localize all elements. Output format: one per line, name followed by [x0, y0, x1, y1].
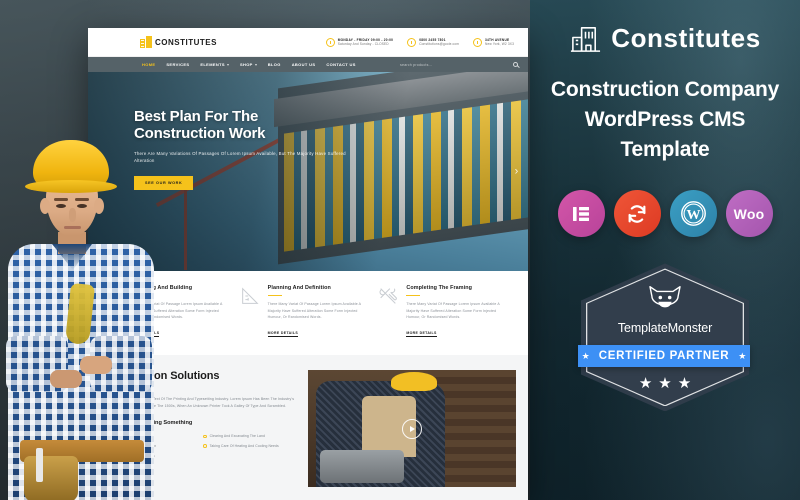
star-icon: ★: [658, 375, 672, 393]
feature-divider: [267, 295, 282, 297]
worker-cutout-image: [6, 140, 156, 500]
nav-menu: HOME SERVICES ELEMENTS SHOP BLOG ABOUT U…: [142, 62, 356, 67]
nav-item-blog[interactable]: BLOG: [268, 62, 281, 67]
nav-item-shop-label: SHOP: [239, 62, 253, 67]
slider-next-icon[interactable]: ›: [510, 165, 523, 178]
feature-card-planning: Planning And Definition There Many Varia…: [239, 285, 378, 339]
feature-card-framing: Completing The Framing There Many Variat…: [377, 285, 516, 339]
hard-hat-icon: [25, 140, 117, 193]
hero-subtitle: There Are Many Variations Of Passages Of…: [134, 150, 346, 164]
nav-item-elements[interactable]: ELEMENTS: [200, 62, 229, 67]
site-logo[interactable]: CONSTITUTES: [140, 36, 217, 48]
promo-panel: Constitutes Construction Company WordPre…: [530, 0, 800, 500]
search-icon[interactable]: [513, 62, 518, 67]
promo-banner: CONSTITUTES MONDAY - FRIDAY 09:00 - 20:0…: [0, 0, 800, 500]
play-button-icon[interactable]: [402, 418, 422, 439]
site-navigation: HOME SERVICES ELEMENTS SHOP BLOG ABOUT U…: [88, 57, 528, 72]
tools-icon: [377, 285, 399, 307]
certified-partner-badge: TemplateMonster ★ CERTIFIED PARTNER ★ ★ …: [578, 263, 750, 412]
promo-headline: Construction Company WordPress CMS Templ…: [551, 75, 779, 164]
hero-copy: Best Plan For The Construction Work Ther…: [134, 108, 374, 191]
elementor-badge: [557, 190, 605, 238]
certified-partner-ribbon: ★ CERTIFIED PARTNER ★: [578, 345, 750, 368]
bullet-icon: [203, 434, 207, 439]
chevron-down-icon: [226, 63, 229, 66]
template-monster-name: TemplateMonster: [617, 321, 713, 336]
template-monster-icon: [646, 283, 684, 313]
nav-search[interactable]: search products...: [400, 62, 518, 67]
feature-more-details-link[interactable]: MORE DETAILS: [267, 331, 299, 337]
star-icon: ★: [738, 350, 747, 361]
list-item-label: Taking Care Of Heating And Cooling Needs: [209, 443, 279, 448]
nav-item-home-label: HOME: [142, 62, 156, 67]
contact-hours-line2: Saturday And Sunday - CLOSED: [337, 42, 389, 46]
video-power-tool: [320, 449, 404, 483]
nav-item-home[interactable]: HOME: [142, 62, 155, 67]
nav-item-shop[interactable]: SHOP: [240, 62, 257, 67]
list-item: Clearing And Excavating The Land: [203, 434, 296, 439]
contact-address-line2: New York, W2 3X3: [485, 42, 514, 46]
wordpress-badge: W: [669, 190, 717, 238]
list-item: Taking Care Of Heating And Cooling Needs: [203, 444, 296, 449]
feature-more-details-link[interactable]: MORE DETAILS: [406, 331, 437, 337]
solutions-video[interactable]: [308, 369, 516, 488]
buildings-icon: [569, 22, 602, 55]
clock-icon: [325, 37, 335, 47]
site-topbar: CONSTITUTES MONDAY - FRIDAY 09:00 - 20:0…: [88, 28, 528, 57]
hero-title-line1: Best Plan For The: [134, 108, 259, 125]
contact-address: 34TH AVENUE New York, W2 3X3: [473, 37, 514, 47]
phone-icon: [407, 37, 417, 47]
feature-title: Planning And Definition: [267, 285, 331, 291]
star-icon: ★: [638, 375, 653, 393]
ruler-triangle-icon: [239, 285, 261, 307]
list-item-label: Clearing And Excavating The Land: [209, 434, 265, 439]
promo-brand-name: Constitutes: [611, 23, 761, 53]
bullet-icon: [203, 444, 207, 449]
topbar-contacts: MONDAY - FRIDAY 09:00 - 20:00 Saturday A…: [325, 37, 514, 47]
nav-item-services[interactable]: SERVICES: [166, 62, 189, 67]
woocommerce-badge: Woo: [725, 190, 773, 238]
building-blocks-icon: [140, 36, 152, 48]
feature-text: There Many Variat Of Passage Lorem Ipsum…: [267, 302, 361, 320]
technology-badges: W Woo: [557, 190, 773, 238]
updates-badge: [613, 190, 661, 238]
woocommerce-label: Woo: [733, 205, 765, 222]
feature-title: Completing The Framing: [406, 285, 473, 291]
nav-item-contact-label: CONTACT US: [326, 62, 356, 67]
star-icon: ★: [581, 350, 590, 361]
feature-text: There Many Variat Of Passage Lorem Ipsum…: [406, 302, 500, 320]
promo-headline-line1: Construction Company: [550, 78, 780, 101]
nav-item-about-label: ABOUT US: [291, 62, 316, 67]
certified-partner-text: CERTIFIED PARTNER: [598, 350, 730, 363]
video-worker-helmet: [391, 371, 437, 391]
location-pin-icon: [473, 37, 483, 47]
nav-item-services-label: SERVICES: [166, 62, 190, 67]
nav-item-contact[interactable]: CONTACT US: [326, 62, 355, 67]
rating-stars: ★ ★ ★: [639, 376, 691, 391]
promo-headline-line2: WordPress CMS: [584, 107, 746, 131]
contact-hours: MONDAY - FRIDAY 09:00 - 20:00 Saturday A…: [325, 37, 393, 47]
feature-divider: [406, 295, 421, 297]
nav-item-elements-label: ELEMENTS: [200, 62, 225, 67]
solutions-list-right: Clearing And Excavating The Land Taking …: [203, 434, 296, 463]
star-icon: ★: [677, 375, 692, 393]
svg-text:W: W: [686, 208, 700, 224]
promo-headline-line3: Template: [620, 137, 710, 161]
site-logo-text: CONSTITUTES: [155, 37, 217, 47]
nav-item-blog-label: BLOG: [267, 62, 281, 67]
chevron-down-icon: [254, 63, 257, 66]
contact-email: Constitutions@goole.com: [419, 42, 460, 46]
hero-title-line2: Construction Work: [134, 125, 266, 143]
search-input[interactable]: search products...: [400, 63, 509, 67]
nav-item-about[interactable]: ABOUT US: [292, 62, 316, 67]
promo-brand: Constitutes: [569, 22, 761, 55]
contact-phone[interactable]: 0800 2455 7801 Constitutions@goole.com: [407, 37, 460, 47]
